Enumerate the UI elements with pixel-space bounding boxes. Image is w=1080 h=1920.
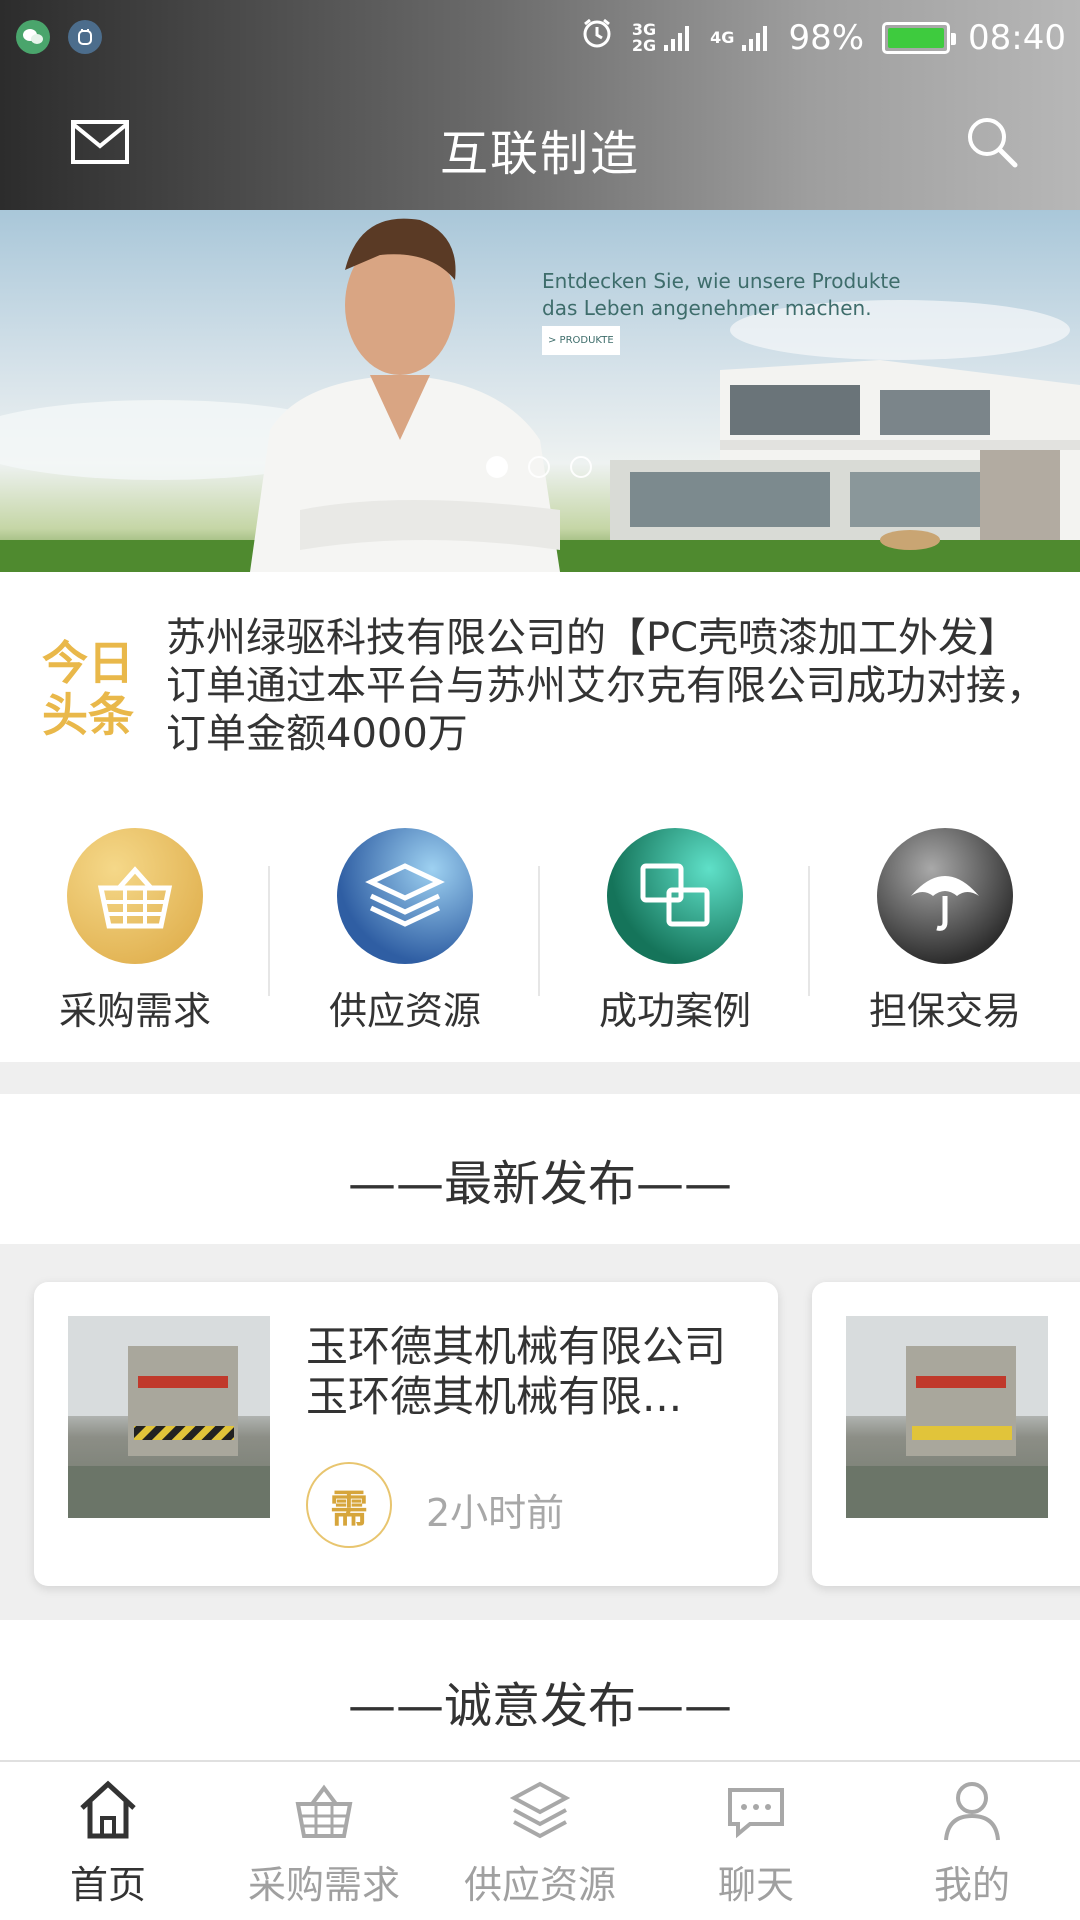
shortcut-cases[interactable]: 成功案例 [540, 792, 810, 1062]
card-time: 2小时前 [426, 1491, 565, 1535]
shortcut-label: 采购需求 [58, 989, 211, 1033]
banner-illustration [0, 218, 1080, 572]
news-headline[interactable]: 今日 头条 苏州绿驱科技有限公司的【PC壳喷漆加工外发】订单通过本平台与苏州艾尔… [0, 572, 1080, 792]
battery-icon [882, 21, 957, 54]
carousel-dots [486, 456, 592, 478]
app-screen: 3G 2G 4G 98% 08:40 互联制造 Entdecken Sie, w… [0, 0, 1080, 1920]
shortcut-supply[interactable]: 供应资源 [270, 792, 540, 1062]
headline-text: 苏州绿驱科技有限公司的【PC壳喷漆加工外发】订单通过本平台与苏州艾尔克有限公司成… [166, 615, 1046, 757]
page-title: 互联制造 [439, 126, 640, 182]
sincere-section-header: ——诚意发布—— [0, 1620, 1080, 1760]
shortcut-grid: 采购需求 供应资源 成功案例 担保交易 [0, 792, 1080, 1062]
layers-icon [337, 828, 473, 964]
search-icon[interactable] [964, 114, 1020, 170]
chat-icon [726, 1778, 786, 1842]
shortcut-guarantee[interactable]: 担保交易 [810, 792, 1080, 1062]
latest-cards[interactable]: 玉环德其机械有限公司玉环德其机械有限... 需 2小时前 [0, 1244, 1080, 1620]
shortcut-label: 供应资源 [328, 989, 481, 1033]
tab-label: 采购需求 [247, 1863, 400, 1907]
bottom-tab-bar: 首页 采购需求 供应资源 聊天 我的 [0, 1760, 1080, 1920]
app-header: 互联制造 [0, 78, 1080, 210]
card-title: 玉环德其机械有限公司玉环德其机械有限... [306, 1322, 727, 1421]
product-image [68, 1316, 270, 1518]
shortcut-purchase[interactable]: 采购需求 [0, 792, 270, 1062]
banner-line1: Entdecken Sie, wie unsere Produkte [542, 269, 901, 293]
carousel-dot[interactable] [486, 456, 508, 478]
tab-label: 聊天 [717, 1863, 794, 1907]
promo-banner[interactable]: Entdecken Sie, wie unsere Produkte das L… [0, 210, 1080, 572]
tab-mine[interactable]: 我的 [864, 1762, 1080, 1920]
tab-label: 我的 [933, 1863, 1010, 1907]
tab-home[interactable]: 首页 [0, 1762, 216, 1920]
signal-primary: 3G 2G [632, 21, 692, 54]
tab-supply[interactable]: 供应资源 [432, 1762, 648, 1920]
tab-purchase[interactable]: 采购需求 [216, 1762, 432, 1920]
tab-label: 首页 [69, 1863, 146, 1907]
basket-icon [294, 1778, 354, 1842]
signal-bars-icon [664, 25, 690, 51]
carousel-dot[interactable] [570, 456, 592, 478]
banner-tag[interactable]: > PRODUKTE [542, 326, 620, 355]
banner-line2: das Leben angenehmer machen. [542, 296, 872, 320]
signal-secondary: 4G [710, 23, 770, 53]
top-bar: 3G 2G 4G 98% 08:40 互联制造 [0, 0, 1080, 210]
signal-bars-4g-icon [742, 25, 768, 51]
product-image [846, 1316, 1048, 1518]
linked-squares-icon [607, 828, 743, 964]
banner-text: Entdecken Sie, wie unsere Produkte das L… [542, 268, 901, 355]
layers-icon [509, 1778, 571, 1842]
basket-icon [67, 828, 203, 964]
home-icon [78, 1778, 138, 1842]
carousel-dot[interactable] [528, 456, 550, 478]
status-notifications [16, 20, 102, 54]
release-card[interactable]: 玉环德其机械有限公司玉环德其机械有限... 需 2小时前 [34, 1282, 778, 1586]
tab-chat[interactable]: 聊天 [648, 1762, 864, 1920]
app-notification-icon [68, 20, 102, 54]
status-time: 08:40 [968, 17, 1066, 58]
release-card[interactable] [812, 1282, 1080, 1586]
tab-label: 供应资源 [463, 1863, 616, 1907]
user-icon [942, 1778, 1002, 1842]
umbrella-icon [877, 828, 1013, 964]
section-title: ——诚意发布—— [347, 1678, 732, 1734]
section-title: ——最新发布—— [347, 1156, 732, 1212]
wechat-icon [16, 20, 50, 54]
demand-badge: 需 [306, 1462, 392, 1548]
shortcut-label: 担保交易 [868, 989, 1021, 1033]
shortcut-label: 成功案例 [598, 989, 751, 1033]
battery-percent: 98% [788, 17, 865, 58]
status-bar: 3G 2G 4G 98% 08:40 [0, 0, 1080, 78]
status-indicators: 3G 2G 4G 98% 08:40 [580, 16, 1066, 59]
alarm-icon [580, 16, 614, 59]
today-headline-logo: 今日 头条 [42, 636, 134, 742]
latest-section-header: ——最新发布—— [0, 1094, 1080, 1244]
